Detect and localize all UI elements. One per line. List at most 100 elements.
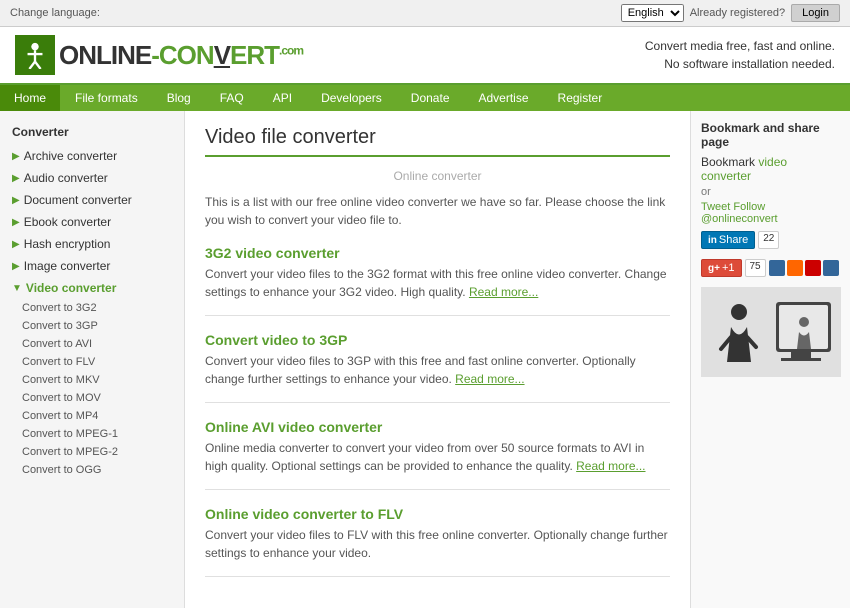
- sidebar-subitem-mov[interactable]: Convert to MOV: [0, 389, 184, 407]
- nav-home[interactable]: Home: [0, 85, 60, 111]
- converter-desc-3gp: Convert your video files to 3GP with thi…: [205, 352, 670, 388]
- converter-item-3g2: 3G2 video converter Convert your video f…: [205, 245, 670, 316]
- sidebar-subitem-ogg[interactable]: Convert to OGG: [0, 461, 184, 479]
- converter-desc-flv: Convert your video files to FLV with thi…: [205, 526, 670, 562]
- digg-icon: [823, 260, 839, 276]
- sidebar-item-image[interactable]: ▶ Image converter: [0, 255, 184, 277]
- linkedin-label: Share: [719, 234, 748, 246]
- gplus-buttons: g+ +1 75: [701, 259, 840, 277]
- logo-text: ONLINE-CONVERT.com: [59, 40, 303, 71]
- language-select[interactable]: English: [621, 4, 684, 22]
- page-title: Video file converter: [205, 126, 670, 149]
- read-more-3gp[interactable]: Read more...: [455, 372, 524, 386]
- main-content: Video file converter Online converter Th…: [185, 111, 690, 608]
- read-more-avi[interactable]: Read more...: [576, 459, 645, 473]
- content-divider: [205, 155, 670, 157]
- read-more-3g2[interactable]: Read more...: [469, 285, 538, 299]
- silhouette-svg: [701, 287, 841, 377]
- converter-title-flv[interactable]: Online video converter to FLV: [205, 506, 670, 522]
- arrow-icon: ▶: [12, 239, 20, 250]
- sidebar: Converter ▶ Archive converter ▶ Audio co…: [0, 111, 185, 608]
- converter-item-flv: Online video converter to FLV Convert yo…: [205, 506, 670, 577]
- converter-link-3gp[interactable]: Convert video to 3GP: [205, 332, 347, 348]
- logo[interactable]: ONLINE-CONVERT.com: [15, 35, 303, 75]
- converter-link-3g2[interactable]: 3G2 video converter: [205, 245, 340, 261]
- arrow-icon: ▶: [12, 173, 20, 184]
- sidebar-subitem-mpeg2[interactable]: Convert to MPEG-2: [0, 443, 184, 461]
- social-buttons: in Share 22: [701, 231, 840, 249]
- other-social-icons: [769, 259, 839, 277]
- tweet-handle: @onlineconvert: [701, 213, 778, 225]
- sidebar-subitem-mpeg1[interactable]: Convert to MPEG-1: [0, 425, 184, 443]
- linkedin-share-button[interactable]: in Share: [701, 231, 755, 249]
- top-bar: Change language: English Already registe…: [0, 0, 850, 27]
- main-nav: Home File formats Blog FAQ API Developer…: [0, 85, 850, 111]
- sidebar-item-archive[interactable]: ▶ Archive converter: [0, 145, 184, 167]
- intro-text: This is a list with our free online vide…: [205, 193, 670, 229]
- linkedin-count: 22: [758, 231, 779, 249]
- arrow-icon: ▶: [12, 195, 20, 206]
- nav-donate[interactable]: Donate: [397, 85, 464, 111]
- top-bar-right: English Already registered? Login: [621, 4, 840, 22]
- sidebar-label-document: Document converter: [24, 193, 132, 207]
- or-text: or: [701, 186, 840, 198]
- right-panel: Bookmark and share page Bookmark video c…: [690, 111, 850, 608]
- sidebar-item-hash[interactable]: ▶ Hash encryption: [0, 233, 184, 255]
- gplus-button[interactable]: g+ +1: [701, 259, 742, 277]
- sidebar-subitem-mkv[interactable]: Convert to MKV: [0, 371, 184, 389]
- logo-convert: CONVERT: [159, 40, 279, 70]
- nav-advertise[interactable]: Advertise: [465, 85, 543, 111]
- converter-desc-avi: Online media converter to convert your v…: [205, 439, 670, 475]
- sidebar-item-document[interactable]: ▶ Document converter: [0, 189, 184, 211]
- arrow-down-icon: ▼: [12, 283, 22, 294]
- sidebar-title: Converter: [0, 121, 184, 145]
- converter-link-flv[interactable]: Online video converter to FLV: [205, 506, 403, 522]
- gplus-icon: g+: [708, 263, 720, 274]
- linkedin-icon: in: [708, 235, 717, 246]
- arrow-icon: ▶: [12, 217, 20, 228]
- sidebar-item-video[interactable]: ▼ Video converter: [0, 277, 184, 299]
- sidebar-label-audio: Audio converter: [24, 171, 108, 185]
- reddit-icon: [787, 260, 803, 276]
- sidebar-item-audio[interactable]: ▶ Audio converter: [0, 167, 184, 189]
- gplus-label: +1: [722, 262, 735, 274]
- sidebar-label-ebook: Ebook converter: [24, 215, 111, 229]
- converter-item-3gp: Convert video to 3GP Convert your video …: [205, 332, 670, 403]
- nav-register[interactable]: Register: [544, 85, 617, 111]
- bookmark-text: Bookmark video converter: [701, 155, 840, 183]
- stumble-icon: [805, 260, 821, 276]
- sidebar-subitem-mp4[interactable]: Convert to MP4: [0, 407, 184, 425]
- logo-online: ONLINE: [59, 40, 151, 70]
- converter-title-3g2[interactable]: 3G2 video converter: [205, 245, 670, 261]
- converter-title-3gp[interactable]: Convert video to 3GP: [205, 332, 670, 348]
- nav-api[interactable]: API: [259, 85, 306, 111]
- tagline-line2: No software installation needed.: [645, 55, 835, 73]
- sidebar-label-hash: Hash encryption: [24, 237, 111, 251]
- sidebar-subitem-avi[interactable]: Convert to AVI: [0, 335, 184, 353]
- nav-file-formats[interactable]: File formats: [61, 85, 152, 111]
- converter-title-avi[interactable]: Online AVI video converter: [205, 419, 670, 435]
- header-tagline: Convert media free, fast and online. No …: [645, 37, 835, 73]
- sidebar-subitem-flv[interactable]: Convert to FLV: [0, 353, 184, 371]
- converter-link-avi[interactable]: Online AVI video converter: [205, 419, 382, 435]
- logo-com: .com: [279, 43, 303, 57]
- converter-item-avi: Online AVI video converter Online media …: [205, 419, 670, 490]
- sidebar-item-ebook[interactable]: ▶ Ebook converter: [0, 211, 184, 233]
- already-registered-text: Already registered?: [690, 7, 785, 19]
- nav-developers[interactable]: Developers: [307, 85, 396, 111]
- nav-blog[interactable]: Blog: [153, 85, 205, 111]
- arrow-icon: ▶: [12, 261, 20, 272]
- delicious-icon: [769, 260, 785, 276]
- bookmark-title: Bookmark and share page: [701, 121, 840, 149]
- sidebar-subitem-3gp[interactable]: Convert to 3GP: [0, 317, 184, 335]
- online-converter-label: Online converter: [205, 169, 670, 183]
- arrow-icon: ▶: [12, 151, 20, 162]
- logo-figure-icon: [21, 41, 49, 69]
- tagline-line1: Convert media free, fast and online.: [645, 37, 835, 55]
- main-layout: Converter ▶ Archive converter ▶ Audio co…: [0, 111, 850, 608]
- nav-faq[interactable]: FAQ: [206, 85, 258, 111]
- sidebar-subitem-3g2[interactable]: Convert to 3G2: [0, 299, 184, 317]
- header: ONLINE-CONVERT.com Convert media free, f…: [0, 27, 850, 85]
- login-button[interactable]: Login: [791, 4, 840, 22]
- sidebar-label-image: Image converter: [24, 259, 111, 273]
